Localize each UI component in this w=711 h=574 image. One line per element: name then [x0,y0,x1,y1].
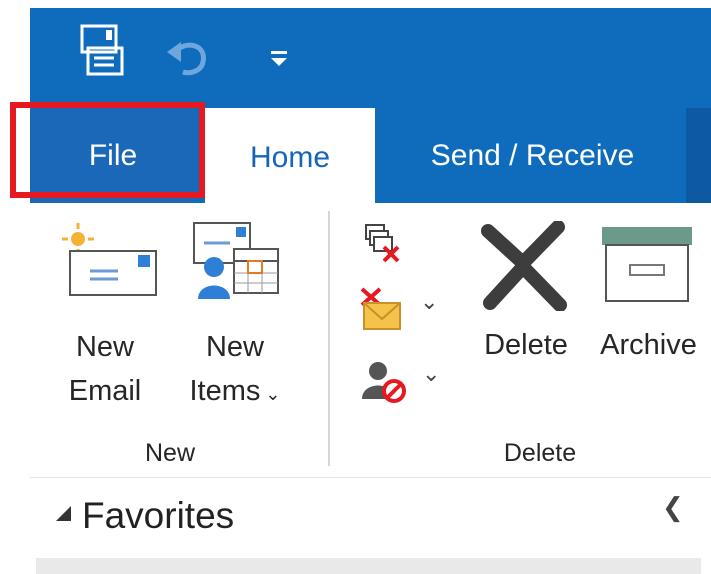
new-email-label-line1: New [75,331,134,363]
clean-up-chevron-icon: ⌄ [420,289,439,314]
new-items-label-line2: Items [189,375,261,407]
ribbon-group-separator [328,211,330,466]
ribbon-tab-bar: File Home Send / Receive [30,108,711,207]
undo-icon[interactable] [165,34,215,80]
collapse-pane-icon[interactable]: ❮ [662,492,684,523]
group-delete-label: Delete [503,439,577,467]
new-items-label-line1: New [205,331,264,363]
tab-home-label: Home [249,140,331,174]
group-new-label: New [144,439,195,467]
junk-chevron-icon: ⌄ [422,361,441,386]
delete-label: Delete [484,329,568,361]
tab-file-label: File [88,138,138,172]
favorites-header[interactable]: Favorites [54,495,234,537]
delete-icon [481,221,567,311]
tab-file[interactable]: File [30,108,196,203]
new-email-icon [58,219,158,304]
archive-button[interactable]: Archive [586,215,711,415]
tab-home[interactable]: Home [205,108,375,207]
favorites-list-row [36,558,701,574]
new-items-button[interactable]: New Items ⌄ [170,215,305,415]
tab-bar-edge [686,108,711,203]
chevron-down-icon: ⌄ [260,384,281,404]
ignore-button[interactable] [360,221,404,265]
left-margin [0,8,30,474]
new-email-label-line2: Email [68,375,142,407]
title-bar [30,8,711,108]
ignore-icon [365,224,400,263]
new-email-label: New Email [50,325,160,413]
tab-send-receive-label: Send / Receive [430,138,635,172]
tab-send-receive[interactable]: Send / Receive [390,108,675,203]
archive-label: Archive [600,329,697,361]
ribbon-home: New Email New Items ⌄ New ⌄ ⌄ Delete Arc… [30,207,711,478]
archive-icon [602,227,692,302]
favorites-label: Favorites [82,495,235,536]
delete-button[interactable]: Delete [466,215,586,415]
junk-button[interactable]: ⌄ [360,357,450,407]
new-items-icon [190,219,290,304]
new-items-label: New Items ⌄ [170,325,300,416]
new-email-button[interactable]: New Email [50,215,160,415]
customize-dropdown-icon[interactable] [266,48,292,70]
clean-up-button[interactable]: ⌄ [358,285,448,335]
clean-up-icon [360,287,401,330]
junk-icon [362,362,406,403]
save-all-icon[interactable] [78,22,130,80]
